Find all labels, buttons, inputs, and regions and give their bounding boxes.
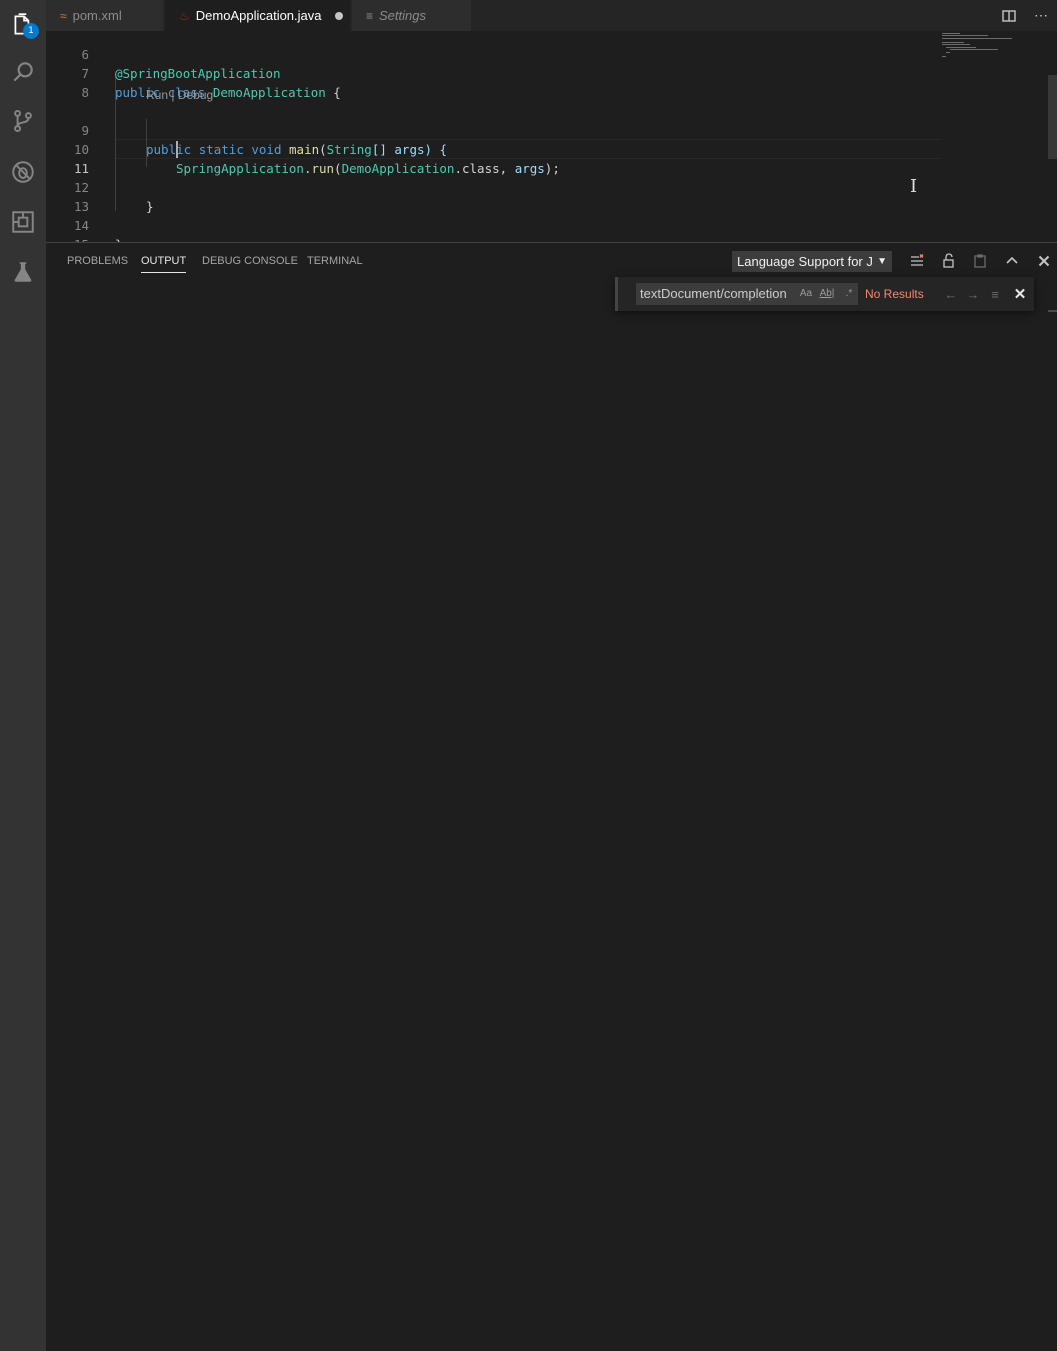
tab-label: pom.xml xyxy=(72,8,122,23)
match-case-icon[interactable]: Aa xyxy=(798,286,814,302)
more-actions-icon[interactable]: ⋯ xyxy=(1025,0,1057,31)
files-icon[interactable]: 1 xyxy=(0,0,46,50)
code-line: 15 xyxy=(46,216,946,242)
tab-output[interactable]: OUTPUT xyxy=(141,243,187,279)
maximize-panel-icon[interactable] xyxy=(1001,250,1023,272)
test-flask-icon[interactable] xyxy=(0,247,46,297)
extensions-icon[interactable] xyxy=(0,197,46,247)
tab-demo-application-java[interactable]: ♨ DemoApplication.java xyxy=(165,0,351,31)
code-line: 14 } xyxy=(46,197,946,242)
debug-icon[interactable] xyxy=(0,147,46,197)
previous-match-icon[interactable]: ← xyxy=(941,284,961,304)
code-line: 12 } xyxy=(46,159,946,214)
minimap[interactable] xyxy=(938,31,1018,71)
clear-output-icon[interactable] xyxy=(906,250,928,272)
code-line: 11 xyxy=(46,140,946,176)
find-input-value: textDocument/completion xyxy=(640,286,787,301)
find-result-count: No Results xyxy=(865,287,924,301)
tab-settings[interactable]: ≡ Settings xyxy=(352,0,472,31)
code-line: 8 xyxy=(46,64,946,100)
activity-bar: 1 xyxy=(0,0,46,1351)
panel-scrollbar[interactable] xyxy=(1048,310,1057,312)
whole-word-icon[interactable]: Ab| xyxy=(819,286,835,302)
rss-icon: ≈ xyxy=(60,8,67,23)
open-log-file-icon[interactable] xyxy=(969,250,991,272)
output-channel-select[interactable]: Language Support for J ▼ xyxy=(732,251,892,272)
tab-label: DemoApplication.java xyxy=(195,8,322,23)
code-editor[interactable]: 6 @SpringBootApplication 7 public class … xyxy=(46,31,1057,242)
tab-problems[interactable]: PROBLEMS xyxy=(67,243,128,279)
mouse-ibeam-cursor-icon: I xyxy=(910,176,918,197)
tab-debug-console[interactable]: DEBUG CONSOLE xyxy=(202,243,298,279)
chevron-down-icon: ▼ xyxy=(877,256,887,267)
line-number: 8 xyxy=(81,85,89,100)
next-match-icon[interactable]: → xyxy=(963,284,983,304)
text-cursor xyxy=(176,141,178,158)
tab-terminal[interactable]: TERMINAL xyxy=(307,243,363,279)
lock-scroll-icon[interactable] xyxy=(938,250,960,272)
code-line: 10 SpringApplication.run(DemoApplication… xyxy=(46,121,946,176)
editor-tab-bar: ≈ pom.xml ♨ DemoApplication.java ≡ Setti… xyxy=(46,0,1057,31)
java-icon: ♨ xyxy=(179,8,190,23)
find-widget: textDocument/completion Aa Ab| .* No Res… xyxy=(615,277,1034,311)
code-line: 16 xyxy=(46,235,946,242)
editor-scrollbar[interactable] xyxy=(1048,75,1057,159)
settings-lines-icon: ≡ xyxy=(366,8,374,23)
explorer-badge: 1 xyxy=(23,23,39,39)
code-line: 6 @SpringBootApplication xyxy=(46,31,946,81)
close-panel-icon[interactable] xyxy=(1033,250,1055,272)
search-icon[interactable] xyxy=(0,47,46,97)
vscode-window: 1 ≈ pom.xml ♨ DemoApplication.java ≡ Set… xyxy=(0,0,1057,1351)
source-control-icon[interactable] xyxy=(0,96,46,146)
close-find-icon[interactable]: ✕ xyxy=(1010,284,1030,304)
regex-icon[interactable]: .* xyxy=(841,286,857,302)
unsaved-dot-icon[interactable] xyxy=(334,11,343,20)
tab-pom-xml[interactable]: ≈ pom.xml xyxy=(46,0,164,31)
editor-actions: ⋯ xyxy=(993,0,1057,31)
find-input[interactable]: textDocument/completion Aa Ab| .* xyxy=(636,283,858,305)
bottom-panel: PROBLEMS OUTPUT DEBUG CONSOLE TERMINAL L… xyxy=(46,242,1057,1351)
tab-label: Settings xyxy=(379,8,426,23)
code-line: 7 public class DemoApplication { xyxy=(46,45,946,100)
find-in-selection-icon[interactable]: ≡ xyxy=(985,284,1005,304)
output-channel-value: Language Support for J xyxy=(737,254,873,269)
split-editor-icon[interactable] xyxy=(993,0,1025,31)
code-line: 9 public static void main(String[] args)… xyxy=(46,102,946,157)
code-line: 13 xyxy=(46,178,946,214)
